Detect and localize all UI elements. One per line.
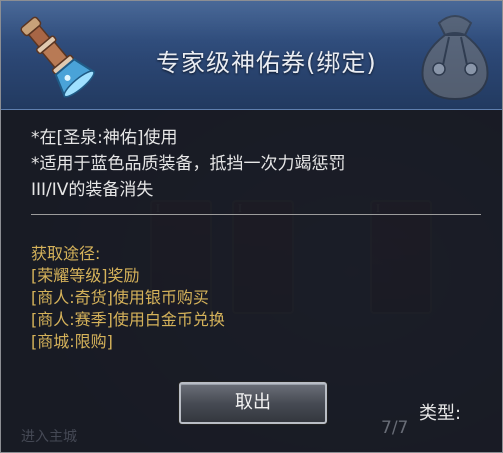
take-out-button[interactable]: 取出 — [179, 382, 327, 424]
source-item: [商城:限购] — [31, 332, 113, 351]
source-item: [荣耀等级]奖励 — [31, 266, 140, 285]
enter-city-text: 进入主城 — [21, 429, 77, 445]
source-item: [商人:奇货]使用银币购买 — [31, 288, 209, 307]
divider — [31, 214, 481, 215]
scroll-device-icon — [20, 16, 96, 98]
description-line: *在[圣泉:神佑]使用 — [31, 128, 178, 148]
type-label: 类型: — [419, 403, 462, 424]
description-line: III/IV的装备消失 — [31, 180, 154, 200]
item-description: *在[圣泉:神佑]使用 *适用于蓝色品质装备，抵挡一次力竭惩罚 III/IV的装… — [31, 125, 482, 203]
source-item: [商人:赛季]使用白金币兑换 — [31, 310, 225, 329]
page-count: 7/7 — [381, 418, 409, 438]
description-line: *适用于蓝色品质装备，抵挡一次力竭惩罚 — [31, 154, 346, 174]
source-heading: 获取途径: — [31, 244, 101, 263]
item-tooltip: 专家级神佑券(绑定) *在[圣泉:神佑]使用 *适用于蓝色品质装备，抵挡一次力竭… — [0, 0, 503, 453]
acquisition-source: 获取途径: [荣耀等级]奖励 [商人:奇货]使用银币购买 [商人:赛季]使用白金… — [31, 243, 225, 353]
item-title: 专家级神佑券(绑定) — [156, 49, 377, 77]
tooltip-header: 专家级神佑券(绑定) — [1, 1, 502, 110]
